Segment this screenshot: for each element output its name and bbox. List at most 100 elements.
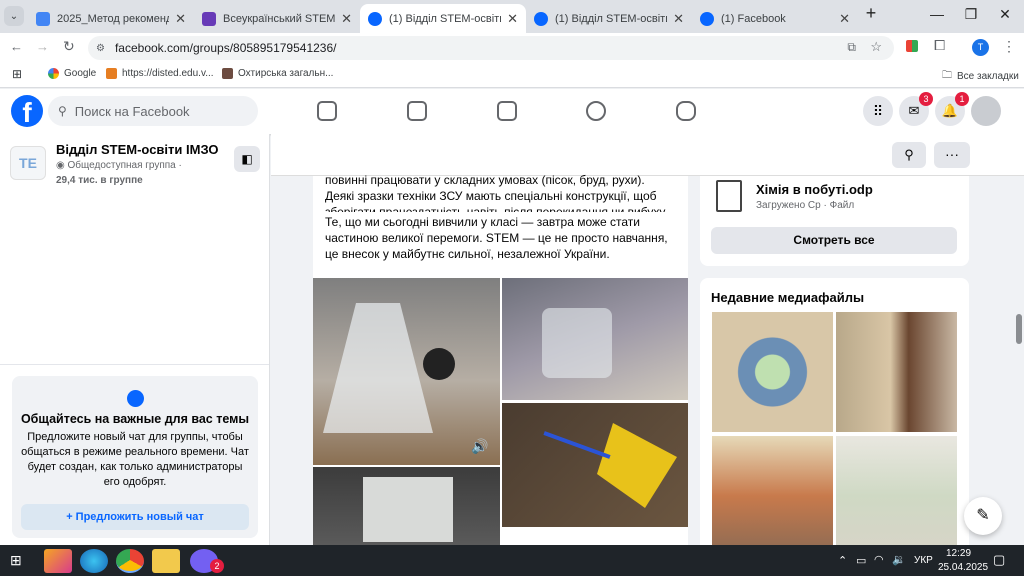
tab-2[interactable]: Всеукраїнський STEM-тижд✕ xyxy=(194,4,360,33)
search-icon: ⚲ xyxy=(58,104,67,118)
apps-grid-icon[interactable]: ⊞ xyxy=(12,67,22,81)
facebook-logo[interactable]: f xyxy=(11,95,43,128)
site-info-icon[interactable]: ⚙ xyxy=(96,43,105,54)
bookmark-disted[interactable]: https://disted.edu.v... xyxy=(106,68,214,79)
site-icon xyxy=(222,68,233,79)
monitor xyxy=(363,477,453,542)
post-photo-paper-craft[interactable] xyxy=(502,403,688,527)
groups-icon[interactable] xyxy=(586,101,606,121)
back-icon[interactable]: ← xyxy=(10,39,23,54)
extension-icon[interactable] xyxy=(906,40,918,52)
media-thumb-1[interactable] xyxy=(712,312,833,432)
group-name[interactable]: Відділ STEM-освіти ІМЗО xyxy=(56,142,219,157)
viber-icon[interactable]: 2 xyxy=(190,549,224,573)
collapse-sidebar-icon[interactable]: ◧ xyxy=(234,146,260,172)
restore-icon[interactable]: ❐ xyxy=(956,6,986,23)
google-icon xyxy=(48,68,59,79)
install-app-icon[interactable]: ⧉ xyxy=(847,40,856,55)
group-logo[interactable]: TE xyxy=(10,146,46,180)
edge-icon[interactable] xyxy=(80,549,108,573)
language-indicator[interactable]: УКР xyxy=(914,555,933,566)
chat-title: Общайтесь на важные для вас темы xyxy=(20,412,250,426)
media-thumb-4[interactable] xyxy=(836,436,957,556)
notification-center-icon[interactable]: ▢ xyxy=(993,552,1005,568)
file-name[interactable]: Хімія в побуті.odp xyxy=(756,182,873,197)
group-toolbar: ⚲ ··· xyxy=(271,134,1024,176)
group-privacy: ◉ Общедоступная группа · xyxy=(56,160,182,171)
tab-1[interactable]: 2025_Метод рекомендації_✕ xyxy=(28,4,194,33)
start-windows-icon[interactable]: ⊞ xyxy=(10,552,22,569)
extensions-puzzle-icon[interactable]: ⧠ xyxy=(934,37,945,54)
tray-chevron-icon[interactable]: ⌃ xyxy=(838,554,847,567)
forward-icon[interactable]: → xyxy=(36,39,49,54)
address-bar-row: ← → ↻ ⚙ facebook.com/groups/805895179541… xyxy=(0,33,1024,62)
tab-search-button[interactable]: ⌄ xyxy=(4,6,24,26)
close-tab-icon[interactable]: ✕ xyxy=(673,11,684,27)
tab-4[interactable]: (1) Відділ STEM-освіти ІМЗО✕ xyxy=(526,4,692,33)
tab-5[interactable]: (1) Facebook ✕ xyxy=(692,4,858,33)
close-tab-icon[interactable]: ✕ xyxy=(507,11,518,27)
gaming-icon[interactable] xyxy=(676,101,696,121)
browser-menu-icon[interactable]: ⋮ xyxy=(1002,38,1016,55)
wifi-icon[interactable]: ◠ xyxy=(874,553,884,566)
messenger-icon[interactable]: ✉ 3 xyxy=(899,92,933,126)
scrollbar-thumb[interactable] xyxy=(1016,314,1022,344)
bookmark-star-icon[interactable]: ☆ xyxy=(870,39,882,55)
post-photo-cups[interactable]: 🔊 xyxy=(313,278,500,465)
clock-date[interactable]: 25.04.2025 xyxy=(938,562,988,573)
notifications-bell-icon[interactable]: 🔔 1 xyxy=(935,92,969,126)
post-text-1: повинні працювати у складних умовах (піс… xyxy=(325,173,668,212)
media-thumb-2[interactable] xyxy=(836,312,957,432)
media-title: Недавние медиафайлы xyxy=(711,290,865,305)
yellow-paper xyxy=(597,423,677,508)
clock-time[interactable]: 12:29 xyxy=(946,548,971,559)
group-search-icon[interactable]: ⚲ xyxy=(892,142,926,168)
minimize-icon[interactable]: — xyxy=(922,6,952,22)
see-all-files-button[interactable]: Смотреть все xyxy=(711,227,957,254)
post-text-2: Те, що ми сьогодні вивчили у класі — зав… xyxy=(325,215,668,261)
blue-ribbon xyxy=(543,431,611,459)
home-icon[interactable] xyxy=(317,101,337,121)
facebook-search[interactable]: ⚲ Поиск на Facebook xyxy=(48,96,258,126)
post-photo-screen[interactable] xyxy=(313,467,500,545)
post-photo-whiteboard[interactable] xyxy=(502,278,688,400)
group-members[interactable]: 29,4 тис. в группе xyxy=(56,175,143,186)
suggest-chat-button[interactable]: + Предложить новый чат xyxy=(21,504,249,530)
file-explorer-icon[interactable] xyxy=(152,549,180,573)
close-tab-icon[interactable]: ✕ xyxy=(839,11,850,27)
new-message-compose-icon[interactable]: ✎ xyxy=(964,497,1002,535)
group-sidebar: TE Відділ STEM-освіти ІМЗО ◉ Общедоступн… xyxy=(0,134,270,545)
post-card: повинні працювати у складних умовах (піс… xyxy=(313,173,688,545)
media-thumb-3[interactable] xyxy=(712,436,833,556)
page-scrollbar[interactable] xyxy=(1014,176,1024,545)
bookmark-google[interactable]: Google xyxy=(48,68,96,79)
volume-icon[interactable]: 🔊 xyxy=(471,438,488,455)
divider xyxy=(0,364,269,365)
marketplace-icon[interactable] xyxy=(497,101,517,121)
tab-3-active[interactable]: (1) Відділ STEM-освіти ІМЗО✕ xyxy=(360,4,526,33)
browser-tab-bar: ⌄ 2025_Метод рекомендації_✕ Всеукраїнськ… xyxy=(0,0,1024,33)
account-avatar[interactable] xyxy=(971,96,1001,126)
close-window-icon[interactable]: ✕ xyxy=(990,6,1020,23)
chrome-icon[interactable] xyxy=(116,549,144,573)
bookmark-okhtyrska[interactable]: Охтирська загальн... xyxy=(222,68,333,79)
video-icon[interactable] xyxy=(407,101,427,121)
reload-icon[interactable]: ↻ xyxy=(63,38,75,55)
file-meta: Загружено Ср · Файл xyxy=(756,200,855,211)
copilot-icon[interactable] xyxy=(44,549,72,573)
recent-media-card: Недавние медиафайлы xyxy=(700,278,969,556)
profile-avatar[interactable]: T xyxy=(972,39,989,56)
site-icon xyxy=(106,68,117,79)
toy-figure xyxy=(423,348,455,380)
facebook-header: f ⚲ Поиск на Facebook ⠿ ✉ 3 🔔 1 xyxy=(0,89,1024,134)
volume-tray-icon[interactable]: 🔉 xyxy=(892,553,906,566)
close-tab-icon[interactable]: ✕ xyxy=(341,11,352,27)
close-tab-icon[interactable]: ✕ xyxy=(175,11,186,27)
all-bookmarks[interactable]: 🗀 Все закладки xyxy=(942,68,1019,85)
url-bar[interactable]: ⚙ facebook.com/groups/805895179541236/ ⧉… xyxy=(88,36,894,60)
battery-icon[interactable]: ▭ xyxy=(856,554,866,567)
more-options-icon[interactable]: ··· xyxy=(934,142,970,168)
menu-grid-icon[interactable]: ⠿ xyxy=(863,96,893,126)
new-tab-icon[interactable]: + xyxy=(856,3,886,24)
file-icon xyxy=(716,180,742,212)
